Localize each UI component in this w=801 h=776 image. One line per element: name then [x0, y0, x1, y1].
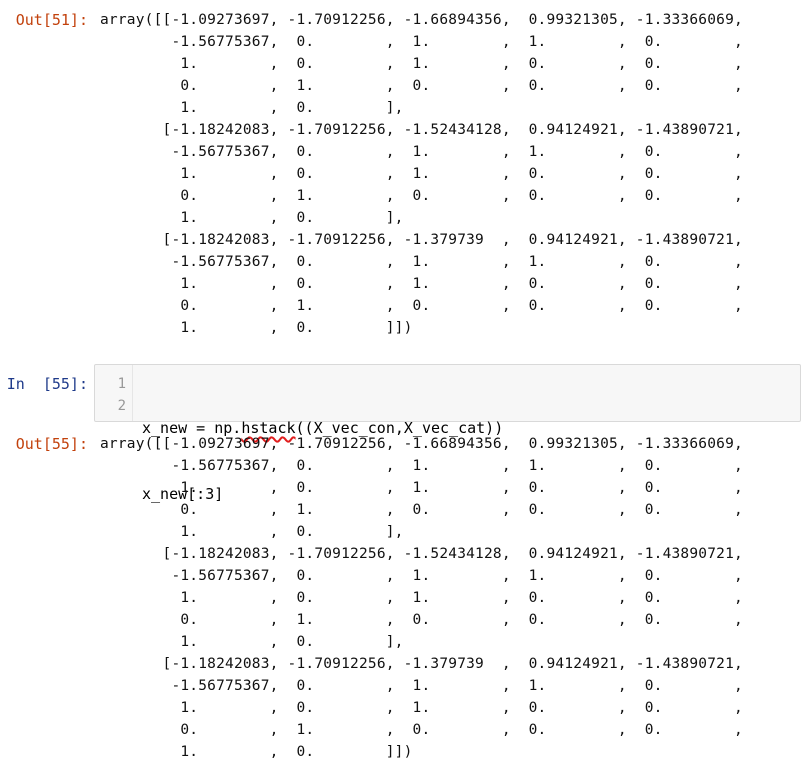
output-prompt-51: Out[51]: — [15, 11, 88, 29]
output-prompt-55: Out[55]: — [15, 435, 88, 453]
line-number: 2 — [117, 398, 126, 414]
line-number-gutter: 1 2 — [95, 365, 133, 421]
code-input-cell[interactable]: 1 2 x_new = np.hstack((X_vec_con,X_vec_c… — [94, 364, 801, 503]
output-area-51: array([[-1.09273697, -1.70912256, -1.668… — [100, 12, 743, 336]
output-area-55: array([[-1.09273697, -1.70912256, -1.668… — [100, 436, 743, 760]
input-prompt-55: In [55]: — [6, 375, 88, 393]
line-number: 1 — [117, 376, 126, 392]
